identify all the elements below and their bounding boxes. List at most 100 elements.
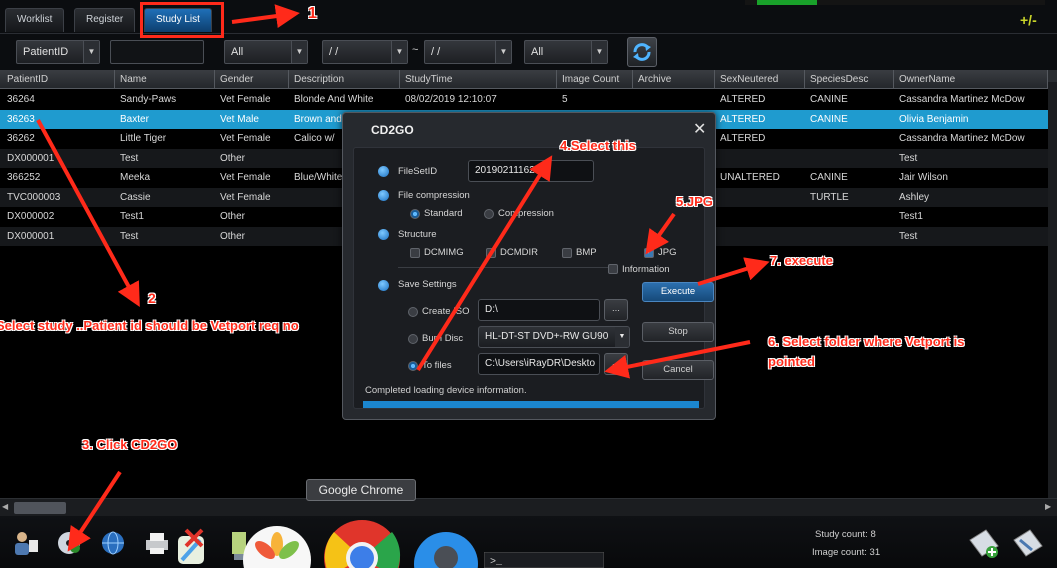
column-header[interactable]: StudyTime — [400, 70, 557, 89]
dcmimg-checkbox[interactable] — [410, 248, 420, 258]
search-input[interactable] — [110, 40, 204, 64]
annotation-5: 5.JPG — [676, 194, 713, 209]
refresh-button[interactable] — [627, 37, 657, 67]
table-cell: DX000002 — [7, 211, 55, 222]
horizontal-scrollbar[interactable]: ◀ ▶ — [0, 498, 1057, 516]
terminal-icon[interactable]: >_ — [484, 552, 604, 568]
filter-select-1[interactable]: All ▼ — [224, 40, 308, 64]
vertical-scrollbar[interactable] — [1048, 70, 1057, 498]
expand-toggle-button[interactable]: +/- — [1020, 12, 1037, 28]
table-cell — [715, 188, 805, 208]
divider — [398, 267, 608, 268]
table-cell: Cassandra Martinez McDow — [899, 94, 1025, 105]
chrome-icon[interactable] — [322, 516, 402, 568]
table-cell: ALTERED — [720, 133, 766, 144]
add-image-icon[interactable] — [966, 526, 1002, 560]
compression-label: File compression — [398, 190, 470, 201]
folder-browse-button[interactable]: ... — [604, 353, 628, 375]
table-cell: CANINE — [810, 172, 848, 183]
create-iso-radio[interactable] — [408, 307, 418, 317]
scroll-right-icon[interactable]: ▶ — [1045, 502, 1051, 511]
dcmdir-checkbox[interactable] — [486, 248, 496, 258]
screen: Worklist Register Study List +/- Patient… — [0, 0, 1057, 568]
annotation-7: 7. execute — [770, 253, 833, 268]
user-icon[interactable] — [10, 528, 40, 558]
table-cell: Cassandra Martinez McDow — [899, 133, 1025, 144]
table-cell: Vet Female — [220, 94, 271, 105]
burn-disc-radio[interactable] — [408, 334, 418, 344]
column-header[interactable]: PatientID — [2, 70, 115, 89]
table-cell: 36264 — [7, 94, 35, 105]
to-files-radio[interactable] — [408, 361, 418, 371]
scroll-left-icon[interactable]: ◀ — [2, 502, 8, 511]
drive-select-label: HL-DT-ST DVD+-RW GU90 — [485, 331, 609, 342]
table-cell: Jair Wilson — [899, 172, 948, 183]
column-header[interactable]: Gender — [215, 70, 289, 89]
iso-browse-button[interactable]: ... — [604, 299, 628, 321]
column-header[interactable]: Archive — [633, 70, 715, 89]
execute-button[interactable]: Execute — [642, 282, 714, 302]
table-cell: 366252 — [7, 172, 41, 183]
standard-label: Standard — [424, 208, 463, 219]
search-field-label: PatientID — [23, 46, 69, 58]
compression-option-label: Compression — [498, 208, 554, 219]
column-header[interactable]: Name — [115, 70, 215, 89]
column-header[interactable]: Description — [289, 70, 400, 89]
cd2go-icon[interactable] — [54, 528, 84, 558]
column-header[interactable]: SpeciesDesc — [805, 70, 894, 89]
table-cell: Meeka — [120, 172, 151, 183]
dcmdir-label: DCMDIR — [500, 247, 538, 258]
table-cell — [715, 227, 805, 247]
output-folder-input[interactable]: C:\Users\iRayDR\Deskto — [478, 353, 600, 375]
filter-select-2[interactable]: All ▼ — [524, 40, 608, 64]
scroll-thumb[interactable] — [14, 502, 66, 514]
bullet-icon — [378, 190, 389, 201]
cancel-button[interactable]: Cancel — [642, 360, 714, 380]
bmp-label: BMP — [576, 247, 597, 258]
annotation-4: 4.Select this — [560, 138, 636, 153]
table-cell: Test — [899, 230, 918, 242]
jpg-checkbox[interactable] — [644, 246, 654, 258]
column-header[interactable]: OwnerName — [894, 70, 1048, 89]
table-cell: Cassie — [120, 191, 151, 203]
table-cell: CANINE — [810, 94, 848, 105]
progress-fill — [363, 401, 699, 408]
fileset-id-input[interactable]: 20190211162 — [468, 160, 594, 182]
tab-worklist[interactable]: Worklist — [5, 8, 65, 32]
table-cell: TVC000003 — [7, 191, 61, 203]
bmp-checkbox[interactable] — [562, 248, 572, 258]
table-row[interactable]: 36264 Sandy-Paws Vet Female Blonde And Whit… — [0, 90, 1048, 110]
image-tool-icon[interactable] — [1010, 526, 1046, 560]
app-icon[interactable] — [412, 522, 480, 568]
date-to-picker[interactable]: / / ▼ — [424, 40, 512, 64]
iso-path-input[interactable]: D:\ — [478, 299, 600, 321]
annotation-2: 2 — [148, 290, 156, 306]
search-field-select[interactable]: PatientID ▼ — [16, 40, 100, 64]
column-header[interactable]: Image Count — [557, 70, 633, 89]
maps-icon[interactable] — [176, 526, 210, 566]
table-cell: Sandy-Paws — [120, 94, 177, 105]
printer-icon[interactable] — [142, 528, 172, 558]
table-cell: Test — [120, 152, 139, 164]
date-from-label: / / — [329, 46, 339, 58]
table-cell: ALTERED — [720, 94, 766, 105]
annotation-6: 6. Select folder where Vetport is — [768, 334, 965, 349]
standard-radio[interactable] — [410, 209, 420, 219]
date-from-picker[interactable]: / / ▼ — [322, 40, 408, 64]
taskbar: >_ Study count: 8 Image count: 31 — [0, 516, 1057, 568]
column-header[interactable]: SexNeutered — [715, 70, 805, 89]
tab-register[interactable]: Register — [74, 8, 136, 32]
study-count: Study count: 8 — [815, 529, 876, 540]
drive-select[interactable]: HL-DT-ST DVD+-RW GU90 ▼ — [478, 326, 630, 348]
table-cell: Test — [120, 230, 139, 242]
information-checkbox[interactable] — [608, 264, 618, 274]
filter-select-1-label: All — [231, 46, 244, 58]
globe-icon[interactable] — [98, 528, 128, 558]
stop-button[interactable]: Stop — [642, 322, 714, 342]
compression-radio[interactable] — [484, 209, 494, 219]
table-cell: Vet Female — [220, 133, 271, 144]
table-cell: Other — [220, 211, 246, 222]
close-icon[interactable]: ✕ — [693, 119, 706, 139]
table-cell: DX000001 — [7, 152, 55, 164]
photos-icon[interactable] — [242, 524, 312, 568]
